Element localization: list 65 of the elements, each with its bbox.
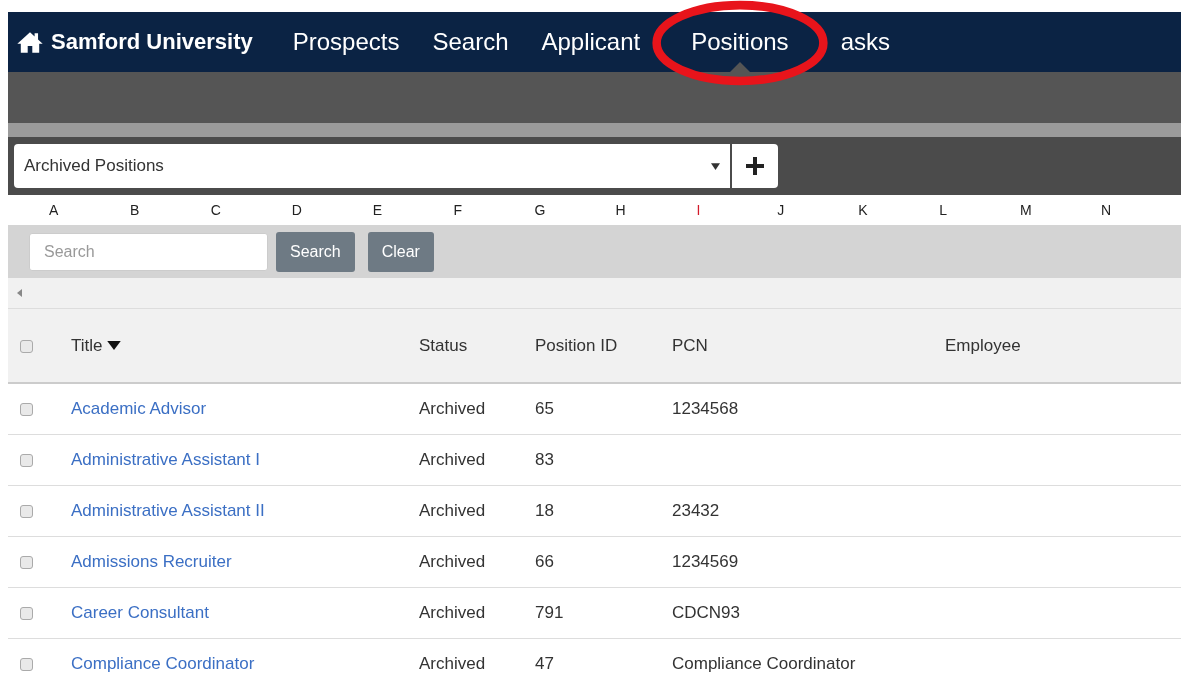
checkbox[interactable] (20, 403, 33, 416)
checkbox[interactable] (20, 505, 33, 518)
column-header[interactable]: Position ID (535, 335, 618, 355)
table-cell: Archived (419, 603, 486, 622)
checkbox[interactable] (20, 556, 33, 569)
position-link[interactable]: Administrative Assistant I (71, 450, 260, 469)
plus-icon (745, 156, 765, 176)
position-link[interactable]: Compliance Coordinator (71, 654, 255, 673)
column-header[interactable]: Employee (945, 335, 1021, 355)
table-cell: 1234569 (672, 552, 739, 571)
nav-link[interactable]: Prospects (292, 12, 400, 72)
nav-link[interactable]: Positions (691, 12, 789, 72)
table-cell: 1234568 (672, 399, 739, 418)
clear-button[interactable]: Clear (367, 231, 434, 272)
column-header[interactable]: PCN (672, 335, 708, 355)
letter-link[interactable]: I (695, 202, 777, 218)
scroll-left-icon[interactable] (17, 289, 22, 297)
search-button[interactable]: Search (276, 231, 355, 272)
home-icon (16, 30, 44, 54)
letter-link[interactable]: E (371, 202, 453, 218)
checkbox[interactable] (20, 658, 33, 671)
sort-down-icon[interactable] (106, 341, 121, 351)
letter-link[interactable]: C (209, 202, 291, 218)
nav-link[interactable]: asks (840, 12, 890, 72)
position-link[interactable]: Admissions Recruiter (71, 552, 232, 571)
letter-link[interactable]: K (857, 202, 939, 218)
letter-link[interactable]: G (533, 202, 615, 218)
table-cell: 65 (535, 399, 554, 418)
table-cell: Archived (419, 654, 486, 673)
search-field[interactable]: Search (29, 232, 268, 271)
column-header[interactable]: Title (71, 335, 103, 355)
table-cell: Archived (419, 450, 486, 469)
caret-icon (711, 162, 720, 170)
table-cell: 23432 (672, 501, 720, 520)
letter-link[interactable]: D (290, 202, 372, 218)
view-dropdown[interactable]: Archived Positions (14, 144, 730, 188)
table-cell: Compliance Coordinator (672, 654, 856, 673)
letter-link[interactable]: J (776, 202, 858, 218)
letter-link[interactable]: A (48, 202, 129, 218)
nav-link[interactable]: Search (432, 12, 509, 72)
checkbox[interactable] (20, 607, 33, 620)
letter-link[interactable]: N (1100, 202, 1181, 218)
letter-link[interactable]: L (938, 202, 1020, 218)
add-button[interactable] (730, 144, 778, 188)
table-cell: 18 (535, 501, 554, 520)
letter-link[interactable]: M (1019, 202, 1100, 218)
letter-link[interactable]: H (614, 202, 696, 218)
table-cell: Archived (419, 552, 486, 571)
table-cell: 791 (535, 603, 564, 622)
letter-link[interactable]: B (128, 202, 210, 218)
column-header[interactable]: Status (419, 335, 468, 355)
position-link[interactable]: Career Consultant (71, 603, 209, 622)
brand-link[interactable]: Samford University (16, 29, 253, 55)
table-cell: 66 (535, 552, 554, 571)
table-cell: 47 (535, 654, 554, 673)
table-cell: CDCN93 (672, 603, 741, 622)
position-link[interactable]: Administrative Assistant II (71, 501, 265, 520)
letter-link[interactable]: F (452, 202, 534, 218)
table-cell: 83 (535, 450, 554, 469)
table-cell: Archived (419, 399, 486, 418)
table-cell: Archived (419, 501, 486, 520)
position-link[interactable]: Academic Advisor (71, 399, 207, 418)
checkbox[interactable] (20, 339, 33, 353)
checkbox[interactable] (20, 454, 33, 467)
nav-link[interactable]: Applicant (541, 12, 641, 72)
